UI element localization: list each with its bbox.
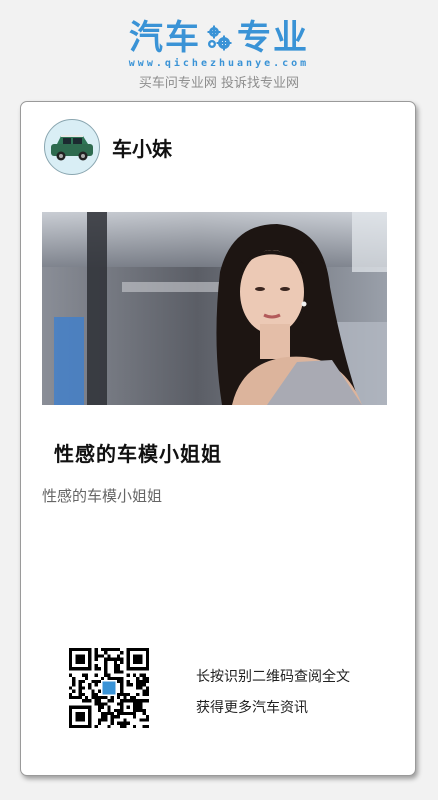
avatar — [44, 119, 100, 175]
logo: 汽车 专业 — [0, 18, 438, 58]
article-title[interactable]: 性感的车模小姐姐 — [54, 438, 222, 467]
qr-code-icon[interactable] — [69, 648, 149, 728]
car-show-model-photo — [42, 212, 387, 405]
logo-text-left: 汽车 — [129, 18, 201, 58]
author-name[interactable]: 车小妹 — [112, 133, 172, 162]
qr-code-graphic — [69, 648, 149, 728]
tagline: 买车问专业网 投诉找专业网 — [138, 76, 300, 91]
site-header: 汽车 专业 www.qichezhuanye.com 买车问专业网 投诉找专业网 — [0, 0, 438, 96]
article-card: 车小妹 性感的车模小姐姐 性感的车模小姐姐 长按识别二维码查阅全文 获得更多汽车… — [20, 101, 416, 776]
site-url: www.qichezhuanye.com — [128, 58, 310, 69]
article-photo[interactable] — [42, 212, 387, 405]
green-car-icon — [51, 135, 93, 161]
qr-caption-line-1: 长按识别二维码查阅全文 — [196, 669, 350, 685]
logo-text-right: 专业 — [237, 18, 309, 58]
qr-caption-line-2: 获得更多汽车资讯 — [196, 700, 308, 716]
gear-icon — [207, 25, 232, 51]
article-summary: 性感的车模小姐姐 — [42, 487, 163, 505]
qr-caption: 长按识别二维码查阅全文 获得更多汽车资讯 — [196, 662, 350, 724]
